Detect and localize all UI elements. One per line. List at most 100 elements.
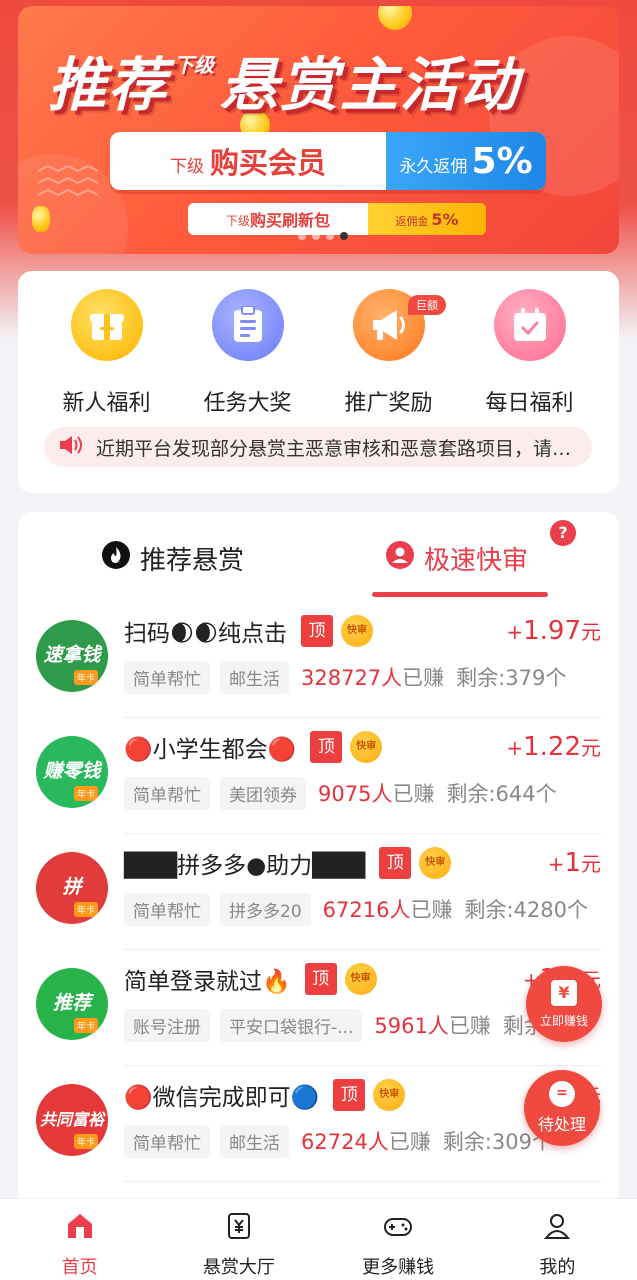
nav-bounty-hall[interactable]: 悬赏大厅 [159, 1199, 318, 1280]
remaining-count: 剩余:379个 [456, 666, 567, 690]
nav-home[interactable]: 首页 [0, 1199, 159, 1280]
yuan-icon: ¥ [551, 979, 577, 1006]
task-title: 🔴小学生都会🔴 [124, 737, 297, 763]
chat-icon: = [549, 1081, 575, 1107]
menu-item-daily[interactable]: 每日福利 [459, 289, 600, 417]
earned-suffix: 已赚 [410, 898, 453, 922]
coin-icon [32, 206, 50, 232]
carousel-dot[interactable] [326, 232, 334, 240]
notice-text: 近期平台发现部分悬赏主恶意审核和恶意套路项目，请大家注意甄别 [96, 437, 576, 460]
task-avatar: 赚零钱 年卡 [36, 736, 108, 808]
price-value: 1 [564, 848, 581, 878]
banner-title-part: 推荐 [48, 51, 169, 119]
task-list-icon [211, 289, 284, 361]
earned-count: 67216人 [322, 898, 411, 922]
nav-label: 首页 [61, 1257, 98, 1278]
offer-text: 购买刷新包 [250, 211, 331, 230]
task-category-chip: 简单帮忙 [124, 660, 210, 694]
carousel-dot[interactable] [312, 232, 320, 240]
pending-label: 待处理 [537, 1115, 586, 1134]
task-avatar: 拼 年卡 [36, 852, 108, 924]
nav-more-earning[interactable]: 更多赚钱 [319, 1199, 478, 1280]
task-platform-chip: 拼多多20 [220, 892, 311, 926]
earned-suffix: 已赚 [392, 782, 435, 806]
remaining-count: 剩余:644个 [446, 782, 557, 806]
price-value: 1.22 [523, 732, 581, 762]
card-tag: 年卡 [74, 902, 99, 917]
top-tag: 顶 [304, 963, 337, 995]
home-icon [63, 1209, 97, 1243]
fast-review-tag: 快审 [340, 615, 373, 647]
task-title: 🔴微信完成即可🔵 [124, 1085, 320, 1111]
price-prefix: + [547, 852, 565, 876]
row-divider [124, 1181, 601, 1182]
offer-rebate-value: 5% [471, 140, 533, 182]
menu-item-label: 每日福利 [485, 391, 574, 416]
user-badge-icon [386, 541, 414, 576]
card-tag: 年卡 [74, 786, 99, 801]
earn-now-button[interactable]: ¥ 立即赚钱 [526, 966, 602, 1042]
nav-mine[interactable]: 我的 [478, 1199, 637, 1280]
offer-text: 购买会员 [209, 146, 326, 180]
task-platform-chip: 美团领券 [220, 776, 306, 810]
flame-icon [102, 541, 130, 576]
gamepad-icon [381, 1209, 415, 1243]
tab-recommended[interactable]: 推荐悬赏 [102, 540, 244, 577]
remaining-count: 剩余:4280个 [464, 898, 588, 922]
task-row[interactable]: 赚零钱 年卡 🔴小学生都会🔴 顶 快审 +1.22元 简单帮忙 美团领券 907… [18, 718, 619, 834]
top-tag: 顶 [333, 1079, 366, 1111]
yuan-doc-icon [222, 1209, 256, 1243]
offer-prefix: 下级 [169, 156, 204, 177]
promo-banner[interactable]: 推荐 下级 悬赏主活动 下级 购买会员 永久返佣 5% 下级 购买刷新包 返佣金… [18, 6, 619, 254]
banner-title-part: 悬赏主活动 [220, 51, 521, 119]
card-tag: 年卡 [74, 1018, 99, 1033]
task-row[interactable]: 拼 年卡 ███拼多多●助力███ 顶 快审 +1元 简单帮忙 拼多多20 67… [18, 834, 619, 950]
task-avatar: 推荐 年卡 [36, 968, 108, 1040]
earned-suffix: 已赚 [448, 1014, 491, 1038]
earned-count: 62724人 [301, 1130, 389, 1154]
quick-menu-card: 新人福利 任务大奖 巨额 推广奖励 每日福利 近期平台发现部分悬赏主恶意审核和恶… [18, 271, 619, 493]
task-tabs: 推荐悬赏 极速快审 [18, 540, 619, 600]
avatar-text: 速拿钱 [43, 644, 101, 667]
nav-label: 悬赏大厅 [202, 1257, 275, 1278]
task-title: 扫码🌒🌒纯点击 [124, 621, 287, 647]
speaker-icon [58, 434, 84, 460]
earned-suffix: 已赚 [402, 666, 445, 690]
nav-label: 我的 [539, 1257, 576, 1278]
offer-rebate-label: 返佣金 [395, 214, 429, 228]
banner-title: 推荐 下级 悬赏主活动 [48, 32, 608, 122]
price-unit: 元 [581, 620, 601, 644]
earned-count: 9075人 [318, 782, 393, 806]
task-title: 简单登录就过🔥 [124, 969, 291, 995]
pending-button[interactable]: = 待处理 [524, 1070, 600, 1146]
offer-rebate-value: 5% [431, 209, 459, 229]
task-row[interactable]: 速拿钱 年卡 扫码🌒🌒纯点击 顶 快审 +1.97元 简单帮忙 邮生活 3287… [18, 602, 619, 718]
card-tag: 年卡 [74, 670, 99, 685]
carousel-dot[interactable] [298, 232, 306, 240]
notice-bar[interactable]: 近期平台发现部分悬赏主恶意审核和恶意套路项目，请大家注意甄别 [44, 427, 592, 467]
calendar-check-icon [493, 289, 566, 361]
tab-fast-review[interactable]: 极速快审 [386, 540, 528, 577]
task-platform-chip: 邮生活 [220, 660, 289, 694]
menu-item-promotion[interactable]: 巨额 推广奖励 [318, 289, 459, 417]
carousel-dots [298, 232, 348, 240]
price-value: 1.97 [523, 616, 581, 646]
menu-item-newcomer[interactable]: 新人福利 [36, 289, 177, 417]
tab-label: 极速快审 [424, 546, 529, 576]
price-prefix: + [506, 736, 524, 760]
card-tag: 年卡 [74, 1134, 99, 1149]
help-icon[interactable]: ? [550, 520, 576, 546]
carousel-dot-active[interactable] [340, 232, 348, 240]
task-platform-chip: 邮生活 [220, 1124, 289, 1158]
price-unit: 元 [581, 736, 601, 760]
tab-active-indicator [372, 592, 548, 597]
task-platform-chip: 平安口袋银行-... [220, 1008, 363, 1042]
top-tag: 顶 [310, 731, 343, 763]
fast-review-tag: 快审 [350, 731, 383, 763]
menu-item-task-prize[interactable]: 任务大奖 [177, 289, 318, 417]
avatar-text: 拼 [62, 876, 82, 899]
task-price: +1.22元 [506, 732, 601, 762]
task-title: ███拼多多●助力███ [124, 853, 366, 879]
menu-item-label: 推广奖励 [344, 391, 433, 416]
offer-refresh-pill: 下级 购买刷新包 返佣金 5% [188, 203, 486, 235]
